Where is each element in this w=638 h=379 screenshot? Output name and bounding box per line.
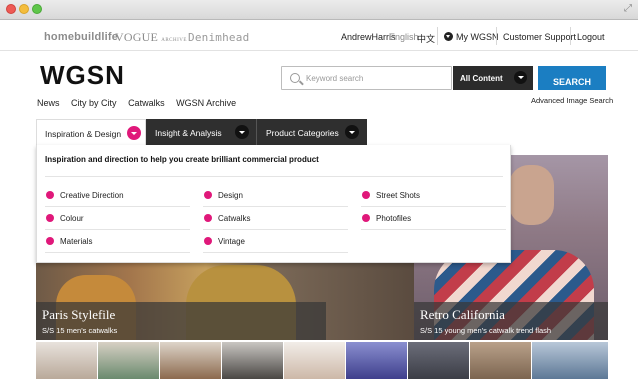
tab-label: Insight & Analysis — [155, 128, 222, 138]
hero-subtitle: S/S 15 young men's catwalk trend flash — [420, 326, 552, 335]
utility-bar: homebuildlife VOGUE ARCHIVE Denimhead An… — [0, 21, 638, 51]
tab-label: Product Categories — [266, 128, 339, 138]
hero-title: Retro California — [420, 307, 505, 322]
my-wgsn-label: My WGSN — [456, 32, 499, 42]
user-name[interactable]: AndrewHarris — [341, 32, 396, 42]
tab-label: Inspiration & Design — [45, 129, 122, 139]
menu-item-creative-direction[interactable]: Creative Direction — [45, 187, 190, 207]
wgsn-logo[interactable]: WGSN — [40, 60, 125, 91]
subnav-item-catwalks[interactable]: Catwalks — [128, 98, 165, 108]
content-type-select[interactable]: All Content — [453, 66, 533, 90]
window-titlebar: ⤢ — [0, 0, 638, 20]
fullscreen-icon[interactable]: ⤢ — [624, 3, 632, 14]
menu-item-catwalks[interactable]: Catwalks — [203, 210, 350, 230]
thumbnail-image[interactable] — [36, 342, 97, 379]
model-head — [509, 165, 554, 225]
vogue-archive-link[interactable]: VOGUE ARCHIVE — [115, 30, 187, 45]
search-box[interactable] — [281, 66, 452, 90]
tab-inspiration-design[interactable]: Inspiration & Design — [36, 119, 146, 145]
vogue-archive-sub: ARCHIVE — [161, 38, 187, 43]
advanced-image-search-link[interactable]: Advanced Image Search — [531, 96, 613, 105]
hero-subtitle: S/S 15 men's catwalks — [42, 326, 118, 335]
thumbnail-image[interactable] — [408, 342, 469, 379]
hero-title: Paris Stylefile — [42, 307, 116, 322]
customer-support-link[interactable]: Customer Support — [503, 32, 576, 42]
content-type-label: All Content — [460, 74, 503, 83]
divider — [570, 27, 571, 45]
search-button[interactable]: SEARCH — [538, 66, 606, 90]
inspiration-design-dropdown: Inspiration and direction to help you cr… — [36, 145, 511, 263]
chevron-down-icon — [444, 32, 453, 41]
menu-item-design[interactable]: Design — [203, 187, 348, 207]
vogue-wordmark: VOGUE — [115, 30, 158, 44]
chevron-down-icon — [127, 126, 141, 140]
minimize-window-button[interactable] — [19, 4, 29, 14]
thumbnail-image[interactable] — [98, 342, 159, 379]
dropdown-heading: Inspiration and direction to help you cr… — [45, 155, 319, 164]
thumbnail-image[interactable] — [532, 342, 608, 379]
chevron-down-icon — [235, 125, 249, 139]
denimhead-link[interactable]: Denimhead — [188, 31, 249, 44]
subnav-item-city-by-city[interactable]: City by City — [71, 98, 117, 108]
subnav-item-wgsn-archive[interactable]: WGSN Archive — [176, 98, 236, 108]
thumbnail-strip — [36, 342, 608, 379]
menu-item-vintage[interactable]: Vintage — [203, 233, 348, 253]
hero-caption-left[interactable]: Paris Stylefile S/S 15 men's catwalks — [36, 302, 326, 340]
thumbnail-image[interactable] — [160, 342, 221, 379]
secondary-nav: News City by City Catwalks WGSN Archive — [37, 98, 245, 108]
zoom-window-button[interactable] — [32, 4, 42, 14]
thumbnail-image[interactable] — [284, 342, 345, 379]
divider — [496, 27, 497, 45]
divider — [437, 27, 438, 45]
search-input[interactable] — [306, 71, 446, 86]
my-wgsn-link[interactable]: My WGSN — [444, 32, 499, 42]
logout-link[interactable]: Logout — [577, 32, 605, 42]
thumbnail-image[interactable] — [346, 342, 407, 379]
hero-caption-right[interactable]: Retro California S/S 15 young men's catw… — [414, 302, 608, 340]
close-window-button[interactable] — [6, 4, 16, 14]
homebuildlife-link[interactable]: homebuildlife — [44, 31, 118, 43]
tab-product-categories[interactable]: Product Categories — [257, 119, 367, 145]
chevron-down-icon — [345, 125, 359, 139]
main-nav: Inspiration & Design Insight & Analysis … — [36, 119, 367, 145]
tab-insight-analysis[interactable]: Insight & Analysis — [146, 119, 257, 145]
thumbnail-image[interactable] — [470, 342, 531, 379]
menu-item-materials[interactable]: Materials — [45, 233, 192, 253]
subnav-item-news[interactable]: News — [37, 98, 60, 108]
menu-item-colour[interactable]: Colour — [45, 210, 189, 230]
language-english[interactable]: English — [389, 32, 419, 42]
menu-item-photofiles[interactable]: Photofiles — [361, 210, 507, 230]
chevron-down-icon — [514, 71, 527, 84]
menu-item-street-shots[interactable]: Street Shots — [361, 187, 507, 207]
search-icon — [290, 73, 300, 83]
thumbnail-image[interactable] — [222, 342, 283, 379]
language-chinese[interactable]: 中文 — [417, 32, 435, 45]
divider — [45, 176, 503, 177]
